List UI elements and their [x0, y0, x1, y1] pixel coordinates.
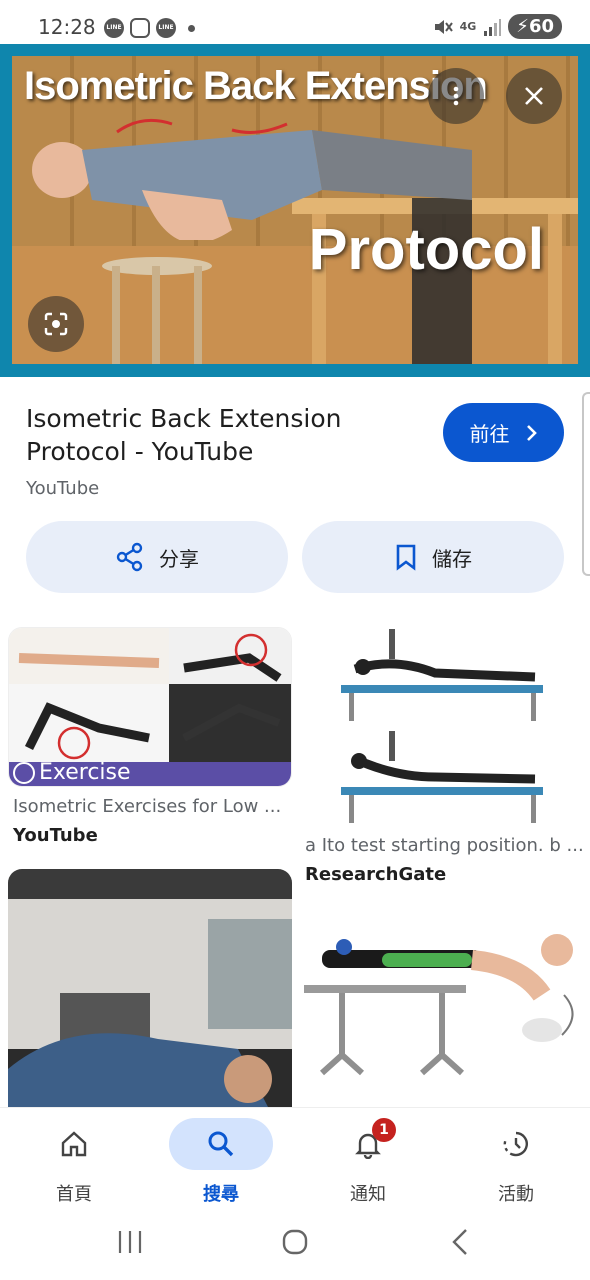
close-icon — [525, 87, 543, 105]
related-caption-2: a Ito test starting position. b ... — [305, 835, 584, 856]
red-annotation-icon — [116, 118, 288, 134]
more-vert-icon — [453, 86, 459, 106]
hero-image-subtitle: Protocol — [308, 217, 544, 282]
related-caption-1: Isometric Exercises for Low ... — [13, 796, 282, 817]
notification-dot-icon — [188, 25, 195, 32]
lens-scan-icon — [44, 312, 68, 336]
line-app-icon: LINE — [104, 18, 124, 38]
more-options-button[interactable] — [428, 68, 484, 124]
notification-badge: 1 — [372, 1118, 396, 1142]
status-right: 4G ⚡60 — [432, 14, 562, 39]
save-button[interactable]: 儲存 — [302, 521, 564, 593]
nav-search-label: 搜尋 — [203, 1184, 239, 1205]
related-image-1[interactable]: Exercise — [8, 627, 292, 787]
recent-apps-icon[interactable] — [116, 1229, 144, 1255]
battery-level: 60 — [528, 16, 554, 37]
share-icon — [116, 542, 143, 572]
system-navigation-bar — [0, 1215, 590, 1280]
instagram-icon — [130, 18, 150, 38]
side-scroll-indicator — [582, 392, 590, 576]
activity-history-icon — [503, 1131, 528, 1157]
nav-activity-icon-wrap — [464, 1118, 568, 1170]
result-source: YouTube — [26, 478, 100, 499]
hero-image-frame: Isometric Back Extension Protocol — [0, 44, 590, 377]
related-source-1: YouTube — [13, 825, 98, 846]
bottom-navigation: 首頁 搜尋 1 通知 活動 — [0, 1107, 590, 1215]
nav-home-label: 首頁 — [56, 1184, 92, 1205]
back-extension-diagram — [304, 934, 574, 1076]
nav-notifications-icon-wrap — [316, 1118, 420, 1170]
related-image-2[interactable] — [305, 627, 585, 827]
nav-activity[interactable]: 活動 — [456, 1108, 576, 1216]
nav-search-icon-wrap — [169, 1118, 273, 1170]
nav-notifications[interactable]: 1 通知 — [308, 1108, 428, 1216]
ito-test-diagram — [341, 629, 543, 823]
search-icon — [208, 1131, 234, 1157]
share-button[interactable]: 分享 — [26, 521, 288, 593]
nav-home[interactable]: 首頁 — [14, 1108, 134, 1216]
nav-home-icon-wrap — [22, 1118, 126, 1170]
goto-button[interactable]: 前往 — [443, 403, 564, 462]
lens-button[interactable] — [28, 296, 84, 352]
battery-indicator: ⚡60 — [508, 14, 562, 39]
back-icon[interactable] — [450, 1228, 470, 1256]
related-source-2: ResearchGate — [305, 864, 447, 885]
bookmark-icon — [396, 544, 416, 571]
goto-label: 前往 — [469, 422, 510, 446]
home-circle-icon[interactable] — [281, 1228, 309, 1256]
nav-search[interactable]: 搜尋 — [161, 1108, 281, 1216]
related-image-3[interactable] — [8, 869, 292, 1107]
home-icon — [61, 1131, 87, 1157]
nav-notifications-label: 通知 — [350, 1184, 386, 1205]
result-title[interactable]: Isometric Back Extension Protocol - YouT… — [26, 402, 406, 468]
hero-image[interactable]: Isometric Back Extension Protocol — [12, 56, 578, 364]
mute-icon — [434, 19, 453, 34]
hero-stool-graphic — [102, 257, 212, 364]
close-button[interactable] — [506, 68, 562, 124]
vitruvian-icon — [13, 762, 35, 784]
related-image-4[interactable] — [302, 905, 586, 1105]
network-type: 4G — [459, 20, 477, 33]
nav-activity-label: 活動 — [498, 1184, 534, 1205]
exercise-badge: Exercise — [39, 760, 131, 785]
status-bar: 12:28 LINE LINE 4G ⚡60 — [0, 0, 590, 44]
gym-photo-graphic — [8, 869, 292, 1107]
hero-image-title: Isometric Back Extension — [24, 64, 488, 108]
line-app-icon-2: LINE — [156, 18, 176, 38]
status-time: 12:28 — [38, 15, 96, 39]
save-label: 儲存 — [432, 546, 472, 571]
signal-icon — [484, 18, 502, 36]
share-label: 分享 — [159, 546, 199, 571]
chevron-right-icon — [526, 424, 537, 441]
